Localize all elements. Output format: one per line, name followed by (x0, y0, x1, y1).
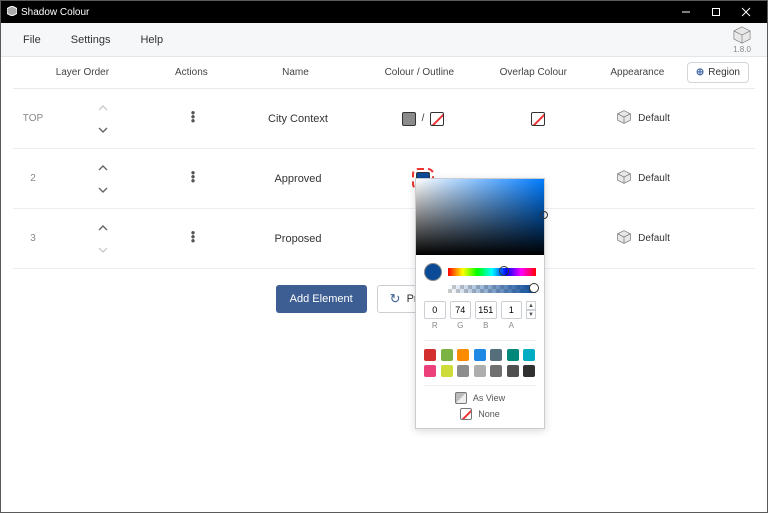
colour-swatch[interactable] (402, 112, 416, 126)
menu-file[interactable]: File (17, 30, 47, 50)
table-header: Layer Order Actions Name Colour / Outlin… (13, 57, 755, 89)
window-title: Shadow Colour (21, 7, 89, 18)
appearance-label[interactable]: Default (638, 173, 670, 184)
preset-swatch[interactable] (424, 365, 436, 377)
preset-swatch[interactable] (474, 365, 486, 377)
row-index: 2 (13, 173, 53, 184)
cube-icon (616, 109, 632, 128)
as-view-option[interactable]: As View (455, 392, 505, 404)
saturation-value-area[interactable] (416, 179, 544, 255)
colour-separator: / (422, 113, 425, 124)
preset-swatch[interactable] (490, 365, 502, 377)
preset-swatch[interactable] (507, 349, 519, 361)
color-picker-popover: R G B A ▲ ▼ As View (415, 178, 545, 429)
preset-swatch[interactable] (441, 365, 453, 377)
window-minimize-button[interactable] (671, 1, 701, 23)
alpha-thumb[interactable] (529, 283, 539, 293)
header-name: Name (231, 67, 360, 78)
preset-swatch[interactable] (424, 349, 436, 361)
window-maximize-button[interactable] (701, 1, 731, 23)
refresh-icon: ↻ (390, 291, 401, 307)
header-actions: Actions (152, 67, 231, 78)
preset-swatch[interactable] (523, 349, 535, 361)
titlebar: Shadow Colour (1, 1, 767, 23)
preset-swatch[interactable] (457, 365, 469, 377)
color-preview-circle (424, 263, 442, 281)
plus-circle-icon: ⊕ (696, 67, 704, 78)
header-overlap-colour: Overlap Colour (479, 67, 588, 78)
preset-swatch[interactable] (474, 349, 486, 361)
appearance-label[interactable]: Default (638, 233, 670, 244)
hue-slider[interactable] (448, 268, 536, 276)
preset-swatch[interactable] (523, 365, 535, 377)
add-element-button[interactable]: Add Element (276, 285, 367, 313)
hue-thumb[interactable] (499, 266, 509, 276)
r-label: R (432, 321, 438, 330)
sv-thumb[interactable] (540, 211, 548, 219)
move-up-button[interactable] (93, 161, 113, 175)
preset-swatch[interactable] (457, 349, 469, 361)
r-input[interactable] (424, 301, 446, 319)
b-label: B (483, 321, 488, 330)
add-region-button[interactable]: ⊕ Region (687, 62, 749, 83)
table-row: 2 ●●● Approved Default (13, 149, 755, 209)
preset-swatch[interactable] (441, 349, 453, 361)
row-index: TOP (13, 113, 53, 124)
none-option[interactable]: None (460, 408, 500, 420)
a-input[interactable] (501, 301, 523, 319)
preset-swatch[interactable] (490, 349, 502, 361)
move-down-button[interactable] (93, 183, 113, 197)
as-view-swatch-icon (455, 392, 467, 404)
menubar: File Settings Help 1.8.0 (1, 23, 767, 57)
spinner-down[interactable]: ▼ (526, 310, 536, 319)
app-version: 1.8.0 (733, 45, 751, 54)
row-actions-menu[interactable]: ●●● (191, 111, 196, 123)
move-up-button[interactable] (93, 221, 113, 235)
app-icon (7, 6, 17, 19)
overlap-swatch-none[interactable] (531, 112, 545, 126)
header-colour-outline: Colour / Outline (360, 67, 479, 78)
none-swatch-icon (460, 408, 472, 420)
row-actions-menu[interactable]: ●●● (191, 171, 196, 183)
none-label: None (478, 409, 500, 419)
row-name: Proposed (233, 233, 363, 245)
row-name: Approved (233, 173, 363, 185)
cube-icon (616, 169, 632, 188)
app-logo: 1.8.0 (733, 26, 751, 54)
move-down-button[interactable] (93, 123, 113, 137)
outline-swatch-none[interactable] (430, 112, 444, 126)
g-input[interactable] (450, 301, 472, 319)
window-close-button[interactable] (731, 1, 761, 23)
spinner-up[interactable]: ▲ (526, 301, 536, 310)
content-area: Layer Order Actions Name Colour / Outlin… (1, 57, 767, 313)
cube-icon (733, 26, 751, 47)
appearance-label[interactable]: Default (638, 113, 670, 124)
menu-settings[interactable]: Settings (65, 30, 117, 50)
row-index: 3 (13, 233, 53, 244)
a-label: A (509, 321, 514, 330)
row-actions-menu[interactable]: ●●● (191, 231, 196, 243)
alpha-slider[interactable] (448, 285, 536, 293)
move-down-button (93, 243, 113, 257)
table-row: TOP ●●● City Context / Default (13, 89, 755, 149)
b-input[interactable] (475, 301, 497, 319)
preset-swatch-grid (424, 340, 536, 377)
g-label: G (457, 321, 463, 330)
region-button-label: Region (708, 67, 740, 78)
preset-swatch[interactable] (507, 365, 519, 377)
as-view-label: As View (473, 393, 505, 403)
header-appearance: Appearance (588, 67, 687, 78)
cube-icon (616, 229, 632, 248)
menu-help[interactable]: Help (134, 30, 169, 50)
move-up-button (93, 101, 113, 115)
row-name: City Context (233, 113, 363, 125)
header-layer-order: Layer Order (13, 67, 152, 78)
bottom-actions: Add Element ↻ Preview Image (13, 285, 755, 313)
table-row: 3 ●●● Proposed Default (13, 209, 755, 269)
